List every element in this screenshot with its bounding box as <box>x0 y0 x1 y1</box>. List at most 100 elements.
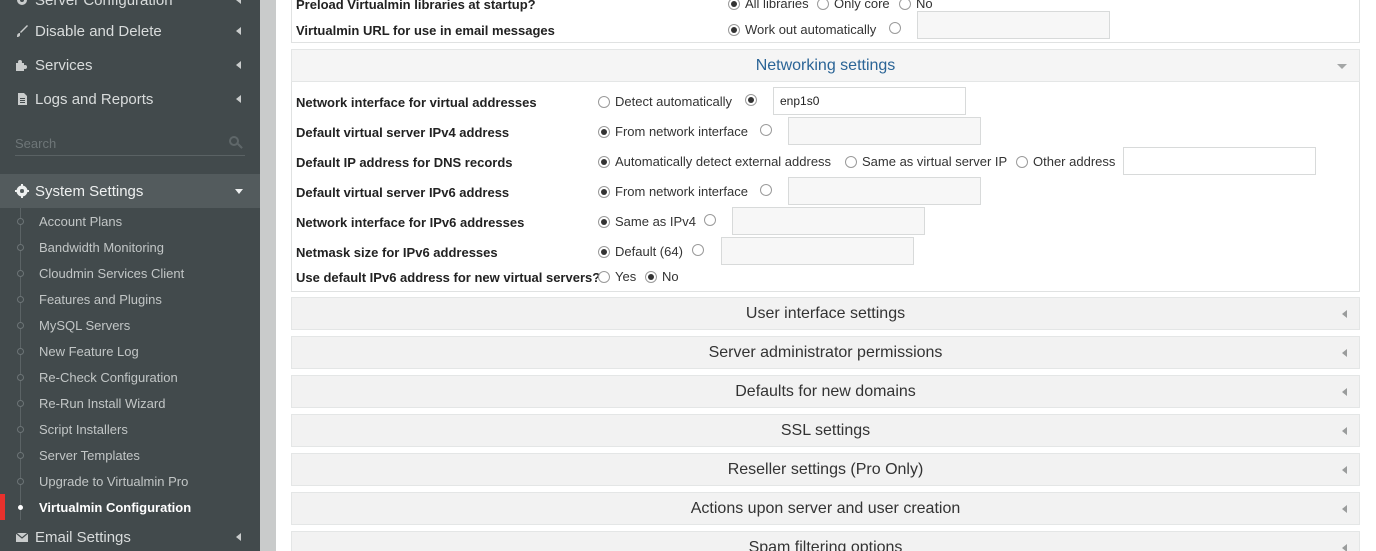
radio-button[interactable] <box>598 270 610 283</box>
sidebar-subitem[interactable]: Script Installers <box>0 416 260 442</box>
radio-no[interactable]: No <box>645 269 679 284</box>
sidebar-subitem[interactable]: Upgrade to Virtualmin Pro <box>0 468 260 494</box>
ipv6-iface-input[interactable] <box>732 207 925 235</box>
radio-yes[interactable]: Yes <box>598 269 636 284</box>
radio-button[interactable] <box>598 125 610 138</box>
section-header[interactable]: Server administrator permissions <box>291 336 1360 369</box>
bullet-icon <box>17 218 24 225</box>
radio-button[interactable] <box>598 155 610 168</box>
radio-button[interactable] <box>598 95 610 108</box>
sidebar-subitem[interactable]: MySQL Servers <box>0 312 260 338</box>
subitem-label: Script Installers <box>39 421 128 437</box>
url-input[interactable] <box>917 11 1110 39</box>
nav-system-settings[interactable]: System Settings <box>0 174 260 208</box>
radio-button[interactable] <box>745 94 757 106</box>
section-header[interactable]: SSL settings <box>291 414 1360 447</box>
section-header[interactable]: User interface settings <box>291 297 1360 330</box>
radio-custom-netmask[interactable] <box>692 244 709 256</box>
radio-button[interactable] <box>704 214 716 226</box>
netmask-input[interactable] <box>721 237 914 265</box>
section-header[interactable]: Defaults for new domains <box>291 375 1360 408</box>
radio-button[interactable] <box>817 0 829 10</box>
subitem-label: Upgrade to Virtualmin Pro <box>39 473 189 489</box>
radio-custom-ipv6[interactable] <box>760 184 777 196</box>
field-label: Network interface for IPv6 addresses <box>296 215 525 230</box>
chevron-left-icon <box>236 0 241 4</box>
section-networking-settings[interactable]: Networking settings <box>291 49 1360 82</box>
radio-button[interactable] <box>889 22 901 34</box>
radio-only-core[interactable]: Only core <box>817 0 890 11</box>
chevron-left-icon <box>1342 349 1347 357</box>
networking-panel: Network interface for virtual addresses … <box>291 82 1360 292</box>
radio-button[interactable] <box>760 184 772 196</box>
field-label: Netmask size for IPv6 addresses <box>296 245 498 260</box>
search-icon[interactable] <box>229 136 239 146</box>
radio-button[interactable] <box>598 185 610 198</box>
radio-button[interactable] <box>728 0 740 10</box>
sidebar-subitem[interactable]: Re-Run Install Wizard <box>0 390 260 416</box>
nav-label: System Settings <box>35 182 144 200</box>
sidebar-subitem[interactable]: Server Templates <box>0 442 260 468</box>
radio-detect-automatically[interactable]: Detect automatically <box>598 94 732 109</box>
chevron-down-icon <box>1337 64 1347 69</box>
section-header[interactable]: Spam filtering options <box>291 531 1360 551</box>
interface-input[interactable] <box>773 87 966 115</box>
sidebar-subitem[interactable]: Virtualmin Configuration <box>0 494 260 520</box>
radio-custom-url[interactable] <box>889 22 906 34</box>
radio-all-libraries[interactable]: All libraries <box>728 0 809 11</box>
nav-label: Disable and Delete <box>35 22 162 40</box>
nav-email-settings[interactable]: Email Settings <box>0 520 260 551</box>
nav-services[interactable]: Services <box>0 48 260 82</box>
radio-default-64[interactable]: Default (64) <box>598 244 683 259</box>
sidebar-subitem[interactable]: Re-Check Configuration <box>0 364 260 390</box>
general-settings-panel: Preload Virtualmin libraries at startup?… <box>291 0 1360 43</box>
bullet-icon <box>17 348 24 355</box>
section-header[interactable]: Reseller settings (Pro Only) <box>291 453 1360 486</box>
radio-button[interactable] <box>728 23 740 36</box>
sidebar-subitem[interactable]: Bandwidth Monitoring <box>0 234 260 260</box>
radio-from-network-interface[interactable]: From network interface <box>598 124 748 139</box>
ipv6-input[interactable] <box>788 177 981 205</box>
section-title: User interface settings <box>745 304 906 322</box>
option-label: Only core <box>834 0 890 11</box>
scroll-gutter <box>260 0 276 551</box>
radio-button[interactable] <box>899 0 911 10</box>
sidebar: Server Configuration Disable and Delete … <box>0 0 260 551</box>
sidebar-subitem[interactable]: Cloudmin Services Client <box>0 260 260 286</box>
sidebar-subitem[interactable]: Features and Plugins <box>0 286 260 312</box>
ipv4-input[interactable] <box>788 117 981 145</box>
radio-ipv6-from-interface[interactable]: From network interface <box>598 184 748 199</box>
nav-disable-and-delete[interactable]: Disable and Delete <box>0 14 260 48</box>
radio-button[interactable] <box>760 124 772 136</box>
url-row: Virtualmin URL for use in email messages… <box>292 11 1361 45</box>
gear-icon <box>15 0 29 7</box>
radio-button[interactable] <box>692 244 704 256</box>
section-title: Actions upon server and user creation <box>690 499 961 517</box>
radio-button[interactable] <box>845 155 857 168</box>
dns-ip-input[interactable] <box>1123 147 1316 175</box>
radio-custom-interface[interactable] <box>745 94 762 106</box>
subitem-label: Virtualmin Configuration <box>39 499 192 515</box>
radio-work-out-automatically[interactable]: Work out automatically <box>728 22 876 37</box>
radio-custom-ipv6-iface[interactable] <box>704 214 721 226</box>
radio-button[interactable] <box>598 245 610 258</box>
radio-custom-ipv4[interactable] <box>760 124 777 136</box>
sidebar-subitem[interactable]: New Feature Log <box>0 338 260 364</box>
radio-same-as-virtual-ip[interactable]: Same as virtual server IP <box>845 154 1007 169</box>
option-label: From network interface <box>615 124 748 139</box>
radio-other-address[interactable]: Other address <box>1016 154 1115 169</box>
radio-auto-detect-external[interactable]: Automatically detect external address <box>598 154 831 169</box>
radio-button[interactable] <box>1016 155 1028 168</box>
radio-same-as-ipv4[interactable]: Same as IPv4 <box>598 214 696 229</box>
nav-logs-and-reports[interactable]: Logs and Reports <box>0 82 260 116</box>
bullet-icon <box>17 322 24 329</box>
subitem-label: Re-Check Configuration <box>39 369 178 385</box>
radio-no[interactable]: No <box>899 0 933 11</box>
search-input[interactable] <box>15 132 215 154</box>
radio-button[interactable] <box>598 215 610 228</box>
section-title: Defaults for new domains <box>735 382 916 400</box>
sidebar-subitem[interactable]: Account Plans <box>0 208 260 234</box>
section-header[interactable]: Actions upon server and user creation <box>291 492 1360 525</box>
radio-button[interactable] <box>645 270 657 283</box>
chevron-left-icon <box>236 95 241 103</box>
